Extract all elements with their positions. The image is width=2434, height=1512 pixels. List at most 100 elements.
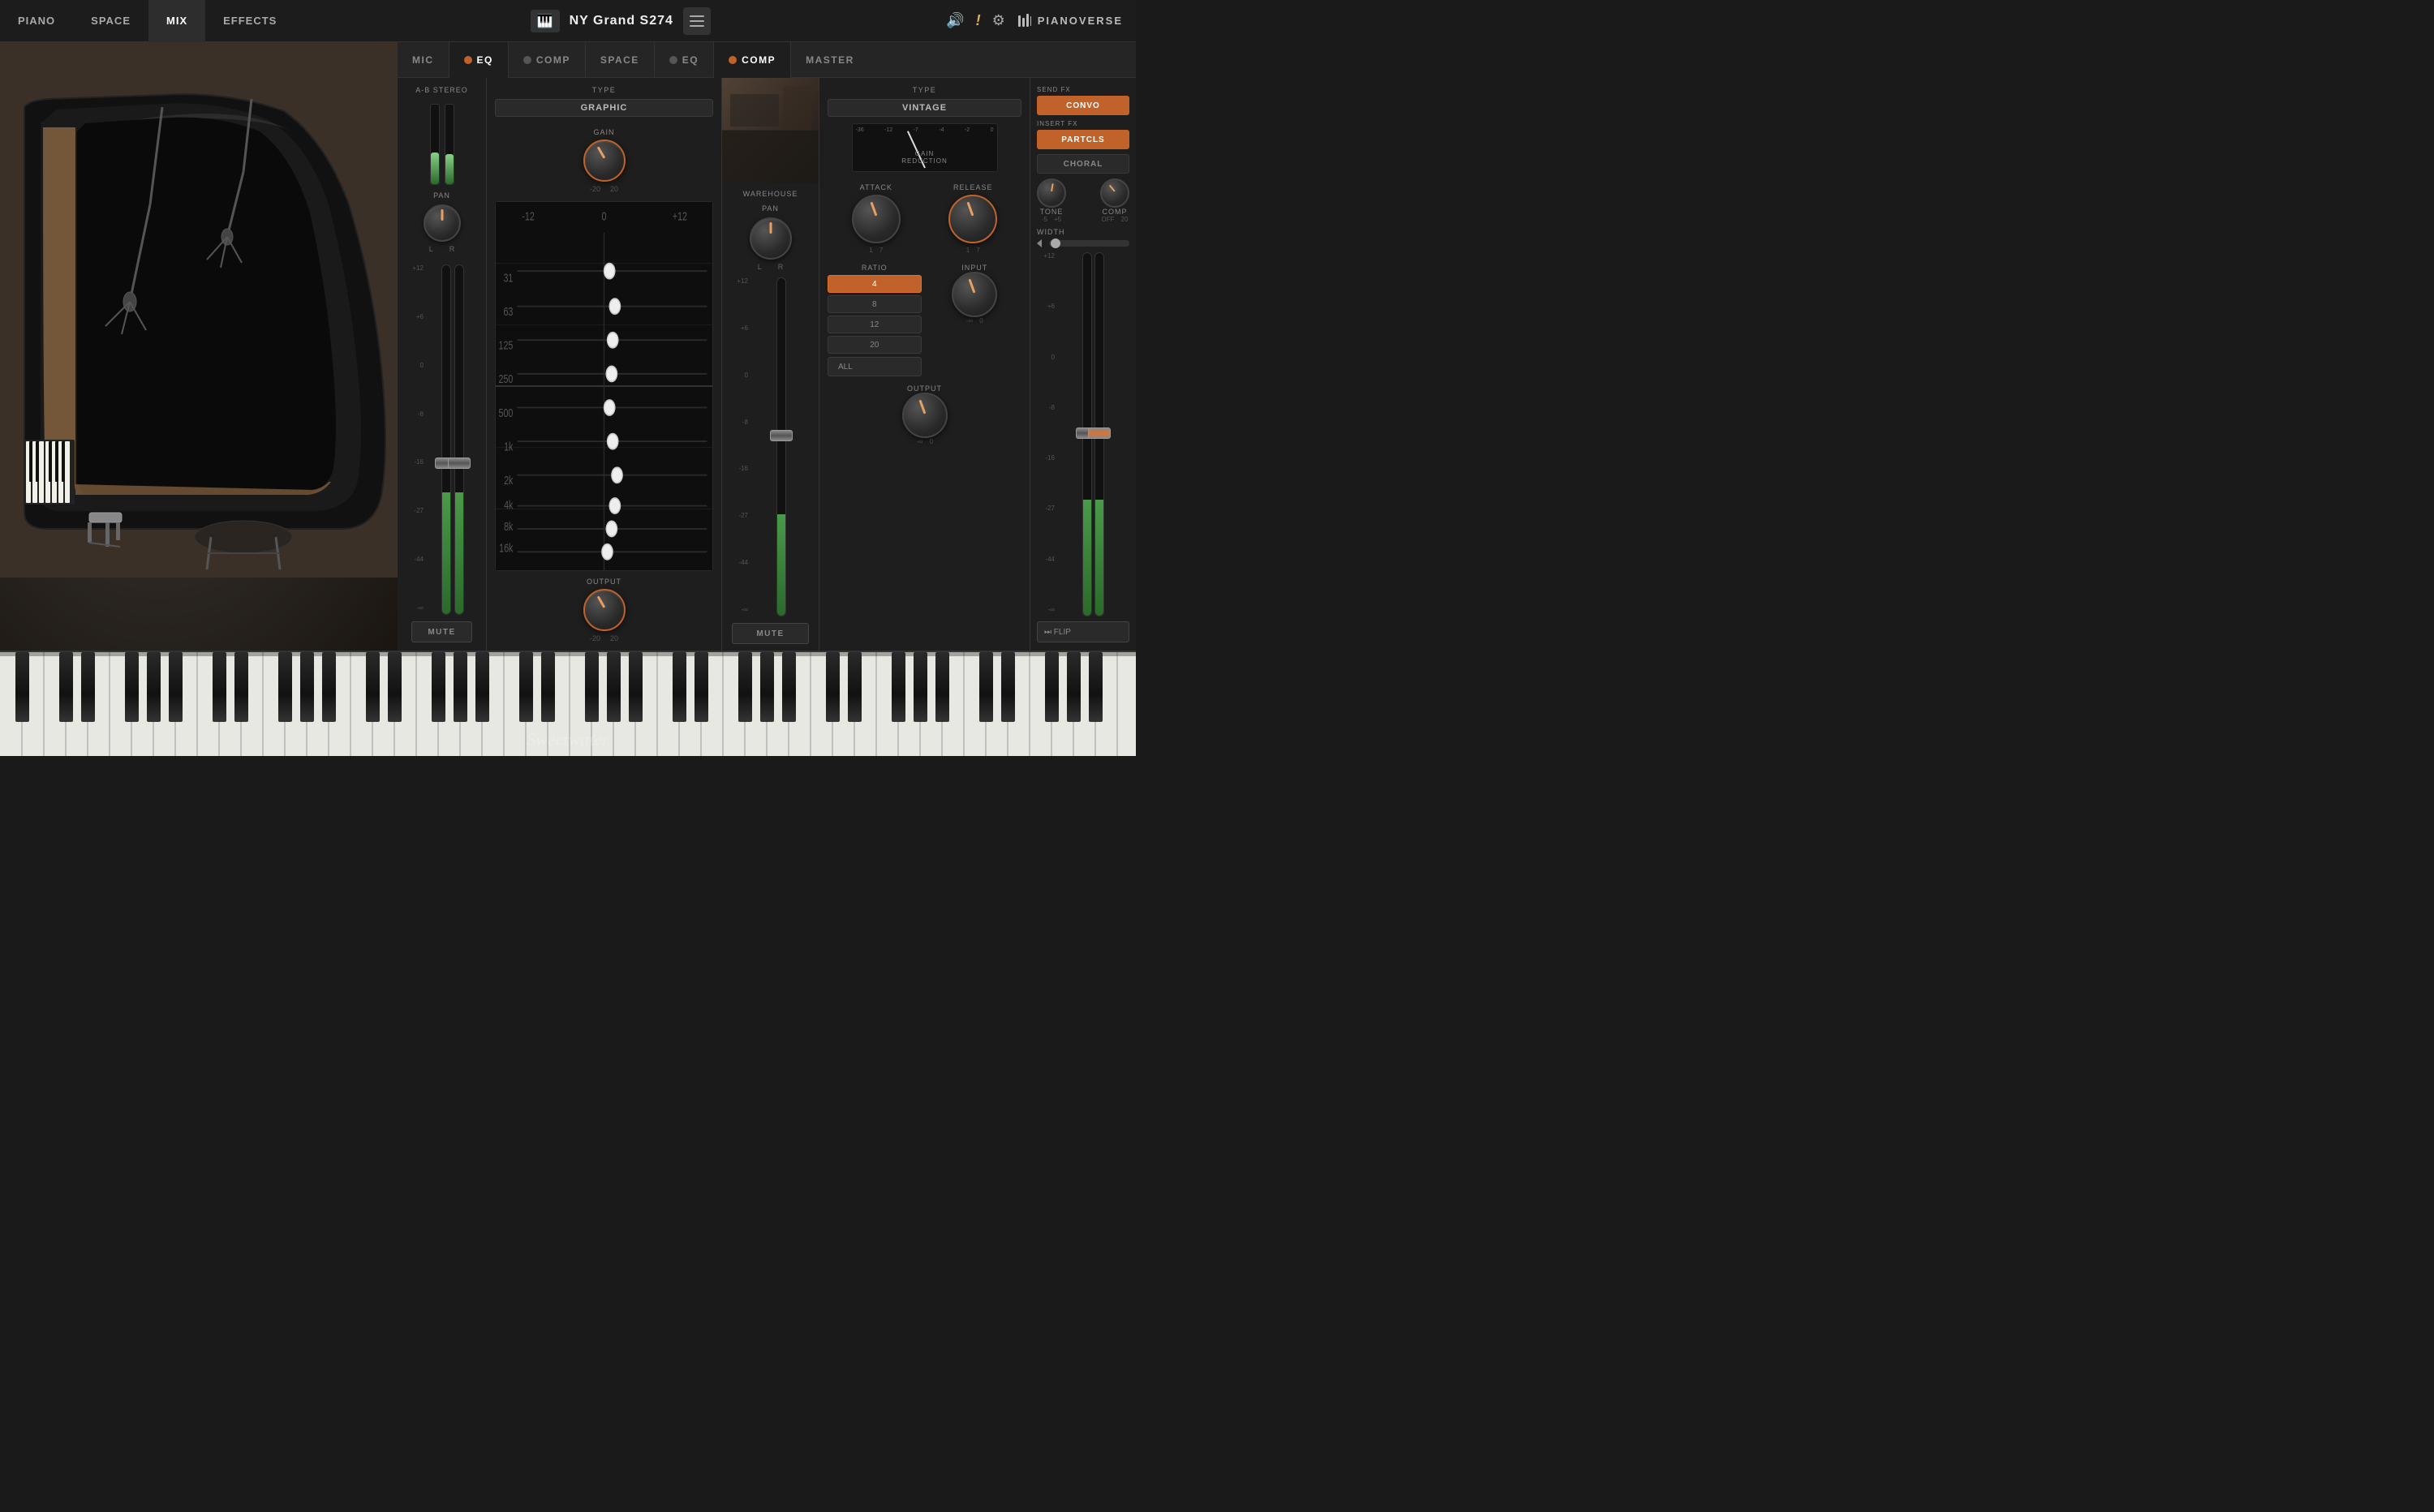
piano-keyboard: // We'll draw this statically xyxy=(0,651,1136,756)
room-svg xyxy=(722,78,819,183)
ratio-12[interactable]: 12 xyxy=(828,316,922,333)
nav-right: 🔊 ! ⚙ PIANOVERSE xyxy=(946,12,1136,29)
ch2-pan-knob[interactable] xyxy=(750,217,792,260)
gain-reduction-meter: -36 -12 -7 -4 -2 0 GAINREDUCTION xyxy=(852,123,998,172)
eq1-power-dot[interactable] xyxy=(464,56,472,64)
fader-thumb-r[interactable] xyxy=(448,457,471,469)
piano-svg xyxy=(0,42,398,578)
tone-knob[interactable] xyxy=(1037,178,1066,208)
gr-center-label: GAINREDUCTION xyxy=(901,150,948,165)
tone-range: -5 +5 xyxy=(1042,216,1061,223)
keyboard-svg: // We'll draw this statically xyxy=(0,652,1136,756)
piano-area xyxy=(0,42,398,651)
svg-text:63: 63 xyxy=(503,304,513,318)
comp-type-label: TYPE xyxy=(828,86,1021,94)
space-channel: WAREHOUSE PAN L R +12 +6 xyxy=(722,78,819,651)
master-comp-knob[interactable] xyxy=(1100,178,1129,208)
flip-button[interactable]: ⏭ FLIP xyxy=(1037,621,1129,642)
warning-icon[interactable]: ! xyxy=(976,12,981,29)
width-thumb[interactable] xyxy=(1051,238,1060,248)
comp-knob-group: COMP OFF 20 xyxy=(1100,178,1129,223)
ratio-8[interactable]: 8 xyxy=(828,295,922,313)
menu-button[interactable] xyxy=(683,7,711,35)
svg-text:125: 125 xyxy=(499,338,514,352)
attack-knob[interactable] xyxy=(852,195,901,243)
gain-knob[interactable] xyxy=(583,140,626,182)
output-knob[interactable] xyxy=(583,589,626,631)
lr-label: L R xyxy=(429,245,455,253)
ch2-fader-track[interactable] xyxy=(776,277,786,616)
svg-text:0: 0 xyxy=(602,209,607,223)
mic-tab-label: MIC xyxy=(412,54,434,66)
piano-top-view xyxy=(0,42,398,651)
pan-knob[interactable] xyxy=(424,204,461,242)
tab-effects[interactable]: EFFECTS xyxy=(205,0,295,42)
fader-track-l[interactable] xyxy=(441,264,451,615)
master-db-scale: +12 +6 0 -8 -16 -27 -44 -∞ xyxy=(1037,252,1055,616)
tab-eq2[interactable]: EQ xyxy=(655,42,714,78)
eq2-power-dot[interactable] xyxy=(669,56,677,64)
comp-knob-label: COMP xyxy=(1103,208,1128,216)
fader-track-r[interactable] xyxy=(454,264,464,615)
ratio-label: RATIO xyxy=(828,264,922,272)
ch2-fader-section: +12 +6 0 -8 -16 -27 -44 -∞ xyxy=(722,277,819,616)
attack-group: ATTACK 1 7 xyxy=(852,183,901,254)
comp1-power-dot[interactable] xyxy=(523,56,531,64)
width-slider-container xyxy=(1037,239,1129,247)
mute-button-2[interactable]: MUTE xyxy=(732,623,809,644)
speaker-icon[interactable]: 🔊 xyxy=(946,12,964,29)
tab-mix[interactable]: MIX xyxy=(148,0,205,42)
gain-range: -20 20 xyxy=(590,185,618,193)
vu-meters-top xyxy=(430,104,454,185)
nav-center: 🎹 NY Grand S274 xyxy=(295,7,946,35)
channel-tabs: MIC EQ COMP SPACE EQ COMP MASTER xyxy=(398,42,1136,78)
partcls-button[interactable]: PARTCLS xyxy=(1037,130,1129,149)
master-fader-thumb-r[interactable] xyxy=(1088,427,1111,439)
level-fill-l xyxy=(442,492,450,615)
attack-release-row: ATTACK 1 7 RELEASE 1 7 xyxy=(828,183,1021,254)
eq-svg: -12 0 +12 31 63 125 250 500 1k 2k 4k 8k … xyxy=(496,202,712,570)
pan-label: PAN xyxy=(433,191,450,200)
tone-label: TONE xyxy=(1040,208,1064,216)
all-button[interactable]: ALL xyxy=(828,357,922,376)
gain-reduction-container: -36 -12 -7 -4 -2 0 GAINREDUCTION xyxy=(828,123,1021,172)
ch2-level-fill xyxy=(777,514,785,616)
comp-output-label: OUTPUT xyxy=(907,384,942,393)
tab-space[interactable]: SPACE xyxy=(586,42,655,78)
settings-icon[interactable]: ⚙ xyxy=(992,12,1005,29)
tab-piano[interactable]: PIANO xyxy=(0,0,73,42)
choral-button[interactable]: CHORAL xyxy=(1037,154,1129,174)
svg-text:31: 31 xyxy=(503,271,513,285)
tab-comp1[interactable]: COMP xyxy=(509,42,586,78)
ratio-buttons: 4 8 12 20 xyxy=(828,275,922,354)
output-label: OUTPUT xyxy=(587,578,621,586)
master-fader-track-r[interactable] xyxy=(1094,252,1104,616)
master-fader-tracks xyxy=(1056,252,1129,616)
tab-master[interactable]: MASTER xyxy=(791,42,1136,78)
ratio-input-row: RATIO 4 8 12 20 ALL INPUT -∞ xyxy=(828,264,1021,376)
space-tab-label: SPACE xyxy=(600,54,639,66)
tab-comp2[interactable]: COMP xyxy=(714,42,791,78)
width-slider[interactable] xyxy=(1049,240,1129,247)
comp-output-knob[interactable] xyxy=(902,393,948,438)
ch2-fader-thumb[interactable] xyxy=(770,430,793,441)
mute-button-1[interactable]: MUTE xyxy=(411,621,471,642)
master-section: SEND FX CONVO INSERT FX PARTCLS CHORAL T… xyxy=(1030,78,1136,651)
eq-graphic[interactable]: -12 0 +12 31 63 125 250 500 1k 2k 4k 8k … xyxy=(495,201,713,571)
ratio-4[interactable]: 4 xyxy=(828,275,922,293)
ch2-db-scale: +12 +6 0 -8 -16 -27 -44 -∞ xyxy=(729,277,748,616)
tab-mic[interactable]: MIC xyxy=(398,42,449,78)
tab-space[interactable]: SPACE xyxy=(73,0,148,42)
comp2-power-dot[interactable] xyxy=(729,56,737,64)
input-label: INPUT xyxy=(961,264,987,272)
tab-eq1[interactable]: EQ xyxy=(449,42,509,78)
release-knob[interactable] xyxy=(948,195,997,243)
convo-button[interactable]: CONVO xyxy=(1037,96,1129,115)
send-fx-label: SEND FX xyxy=(1037,86,1129,93)
ratio-20[interactable]: 20 xyxy=(828,336,922,354)
input-knob[interactable] xyxy=(952,272,997,317)
eq1-tab-label: EQ xyxy=(477,54,493,66)
fader-section: +12 +6 0 -8 -16 -27 -44 -∞ xyxy=(404,264,479,615)
comp-section: TYPE VINTAGE -36 -12 -7 -4 -2 0 xyxy=(819,78,1030,651)
type-label-1: TYPE xyxy=(495,86,713,94)
